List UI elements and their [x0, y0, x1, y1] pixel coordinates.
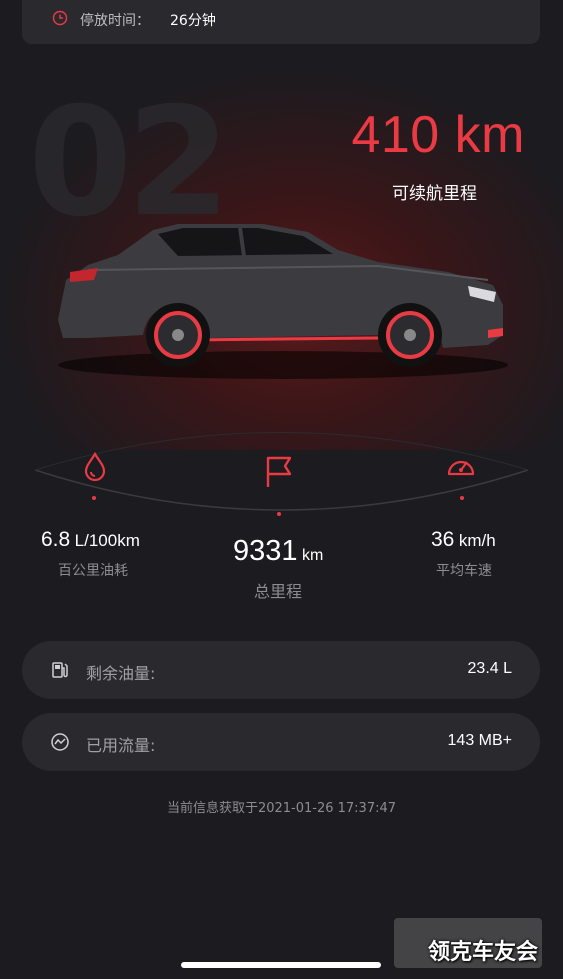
arc-marker [277, 512, 281, 516]
range-label: 可续航里程 [392, 184, 477, 204]
car-image [58, 224, 508, 379]
data-usage-value: 143 MB+ [447, 732, 512, 749]
remaining-fuel-label: 剩余油量: [86, 664, 156, 683]
fuel-pump-icon [52, 662, 68, 678]
data-traffic-icon [51, 733, 69, 751]
remaining-fuel-card: 剩余油量: 23.4 L [22, 641, 540, 699]
last-updated-text: 当前信息获取于2021-01-26 17:37:47 [166, 801, 397, 816]
range-value: 410 km [351, 106, 525, 164]
total-mileage-label: 总里程 [254, 582, 303, 601]
fuel-consumption-value: 6.8 L/100km [41, 528, 140, 551]
parking-time-value: 26分钟 [170, 13, 216, 29]
average-speed-value: 36 km/h [431, 528, 496, 551]
parking-time-card: 停放时间： 26分钟 [22, 0, 540, 44]
speedometer-icon [447, 460, 475, 476]
fuel-consumption-label: 百公里油耗 [58, 563, 128, 579]
fuel-drop-icon [84, 451, 106, 482]
clock-icon [52, 10, 68, 26]
home-indicator[interactable] [181, 962, 381, 968]
watermark-text: 领克车友会 [427, 940, 538, 965]
data-usage-label: 已用流量: [86, 736, 156, 755]
total-mileage-value: 9331 km [233, 535, 324, 567]
data-usage-card: 已用流量: 143 MB+ [22, 713, 540, 771]
watermark: 领克车友会 [394, 918, 542, 968]
remaining-fuel-value: 23.4 L [467, 660, 512, 677]
flag-icon [266, 456, 292, 487]
arc-marker [460, 496, 464, 500]
arc-marker [92, 496, 96, 500]
average-speed-label: 平均车速 [436, 563, 492, 579]
parking-time-label: 停放时间： [80, 13, 150, 29]
